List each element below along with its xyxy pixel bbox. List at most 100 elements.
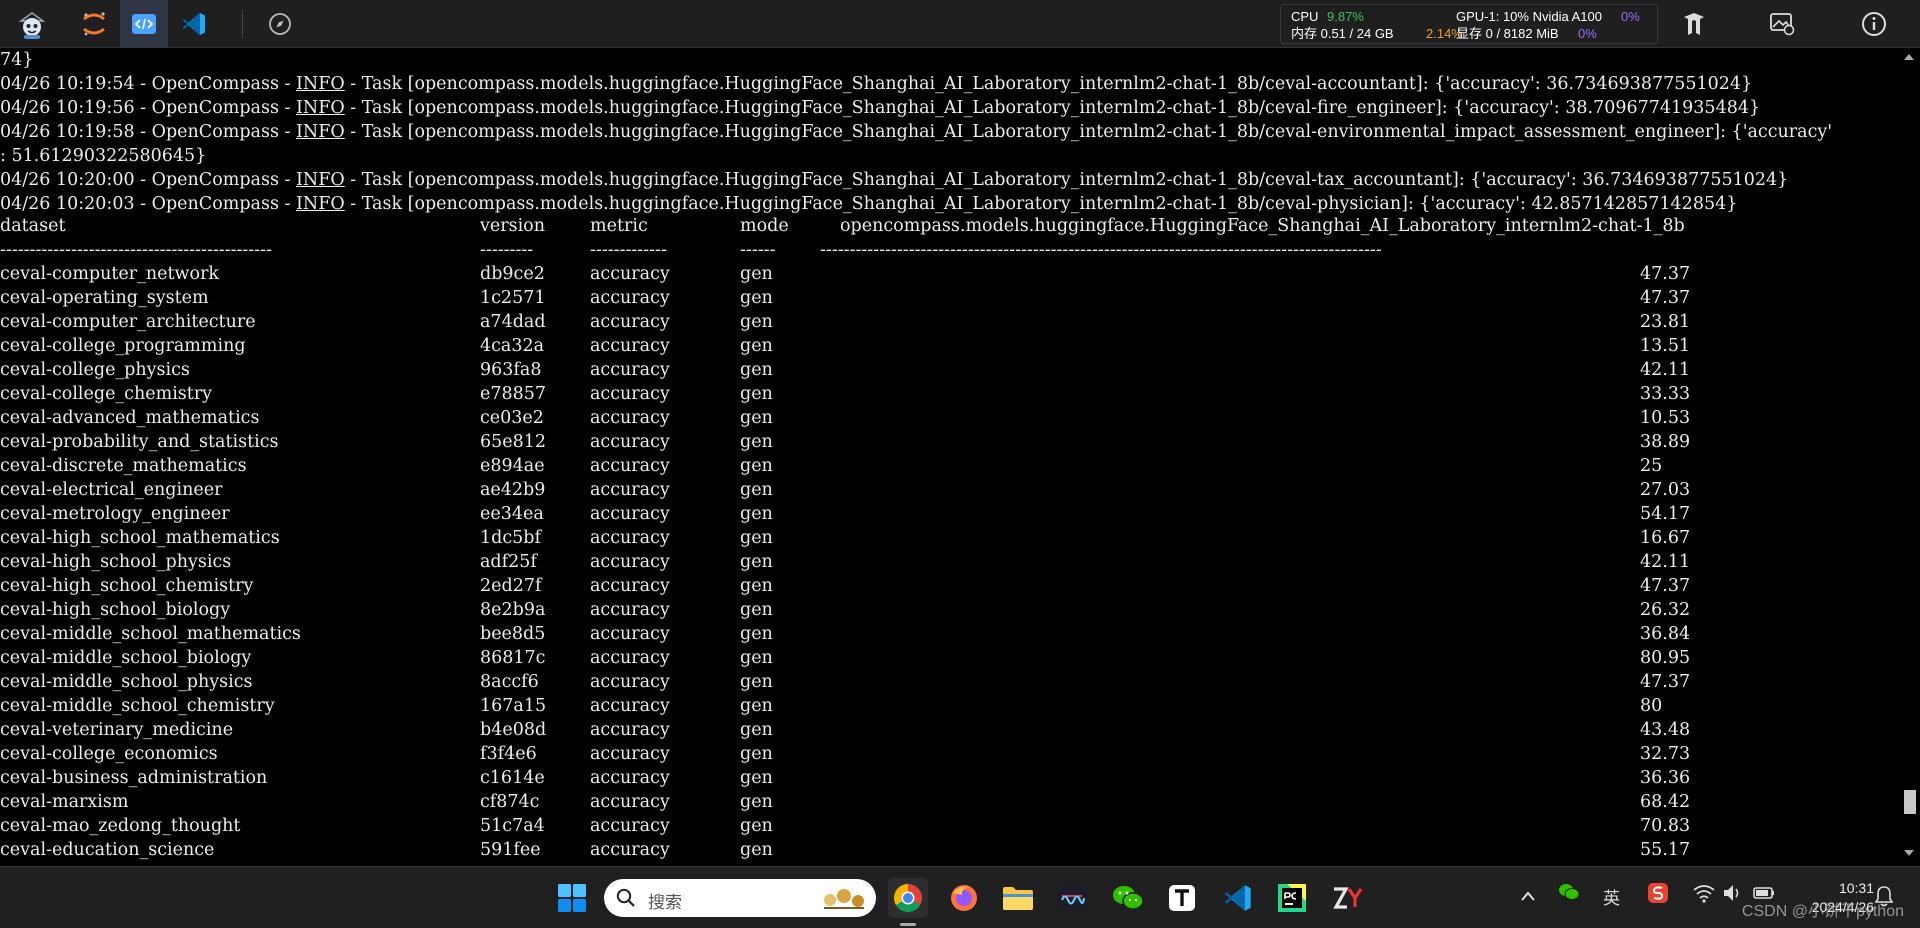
firefox-icon[interactable] (944, 878, 984, 918)
sogou-input-icon[interactable] (1647, 882, 1669, 909)
dataset-name: ceval-middle_school_biology (0, 648, 252, 668)
log-level-link[interactable]: INFO (296, 122, 345, 142)
log-line: 04/26 10:19:58 - OpenCompass - INFO - Ta… (0, 120, 1832, 144)
log-line-message: - Task [opencompass.models.huggingface.H… (344, 170, 1789, 190)
log-line-prefix: 74} (0, 50, 34, 70)
metric-name: accuracy (590, 792, 670, 812)
pycharm-icon[interactable] (1272, 878, 1312, 918)
wechat-icon[interactable] (1108, 878, 1148, 918)
mode-name: gen (740, 264, 773, 284)
log-level-link[interactable]: INFO (296, 170, 345, 190)
mode-name: gen (740, 528, 773, 548)
dataset-name: ceval-high_school_chemistry (0, 576, 254, 596)
metric-name: accuracy (590, 696, 670, 716)
score-value: 54.17 (1640, 504, 1691, 524)
dataset-name: ceval-college_economics (0, 744, 218, 764)
dataset-version: db9ce2 (480, 264, 545, 284)
log-level-link[interactable]: INFO (296, 194, 345, 214)
mode-name: gen (740, 288, 773, 308)
windows-start-icon[interactable] (552, 878, 592, 918)
file-explorer-icon[interactable] (998, 878, 1038, 918)
taskbar-search-box[interactable]: 搜索 (604, 879, 876, 917)
wechat-tray-icon[interactable] (1558, 883, 1580, 906)
metric-name: accuracy (590, 432, 670, 452)
dataset-version: 1c2571 (480, 288, 546, 308)
metric-name: accuracy (590, 672, 670, 692)
log-line: 74} (0, 48, 33, 72)
log-line-prefix: : 51.61290322580645} (0, 146, 207, 166)
dataset-version: 963fa8 (480, 360, 542, 380)
zy-icon[interactable] (1328, 878, 1368, 918)
log-line-message: - Task [opencompass.models.huggingface.H… (344, 122, 1833, 142)
jupyter-icon[interactable] (76, 6, 112, 42)
score-value: 47.37 (1640, 264, 1691, 284)
metric-name: accuracy (590, 840, 670, 860)
scroll-down-icon[interactable] (1904, 850, 1914, 856)
dataset-version: a74dad (480, 312, 546, 332)
dataset-version: 167a15 (480, 696, 547, 716)
dataset-version: adf25f (480, 552, 537, 572)
deploy-icon[interactable] (1676, 6, 1712, 42)
metric-name: accuracy (590, 816, 670, 836)
dataset-name: ceval-high_school_mathematics (0, 528, 280, 548)
dataset-name: ceval-computer_network (0, 264, 220, 284)
log-line-prefix: 04/26 10:20:00 - OpenCompass - (0, 170, 296, 190)
metric-name: accuracy (590, 552, 670, 572)
dataset-version: c1614e (480, 768, 545, 788)
wifi-icon[interactable] (1692, 883, 1716, 908)
compass-icon[interactable] (262, 6, 298, 42)
score-value: 36.84 (1640, 624, 1691, 644)
top-toolbar: CPU 9.87% 内存 0.51 / 24 GB 2.14% GPU-1: 1… (0, 0, 1920, 48)
scrollbar-thumb[interactable] (1904, 790, 1916, 814)
scroll-up-icon[interactable] (1904, 54, 1914, 60)
dataset-version: 8e2b9a (480, 600, 546, 620)
info-icon[interactable] (1856, 6, 1892, 42)
metric-name: accuracy (590, 720, 670, 740)
tray-expand-icon[interactable] (1520, 887, 1536, 907)
search-placeholder: 搜索 (648, 893, 682, 912)
dataset-name: ceval-high_school_biology (0, 600, 231, 620)
dataset-version: 2ed27f (480, 576, 542, 596)
metric-name: accuracy (590, 336, 670, 356)
terminal-scrollbar[interactable] (1898, 48, 1920, 866)
score-value: 47.37 (1640, 288, 1691, 308)
log-level-link[interactable]: INFO (296, 98, 345, 118)
score-value: 32.73 (1640, 744, 1691, 764)
log-line: 04/26 10:20:03 - OpenCompass - INFO - Ta… (0, 192, 1737, 216)
metric-name: accuracy (590, 624, 670, 644)
dataset-version: 8accf6 (480, 672, 539, 692)
dataset-name: ceval-veterinary_medicine (0, 720, 234, 740)
metric-name: accuracy (590, 264, 670, 284)
mode-name: gen (740, 552, 773, 572)
score-value: 36.36 (1640, 768, 1691, 788)
dataset-version: 1dc5bf (480, 528, 541, 548)
metric-name: accuracy (590, 744, 670, 764)
score-value: 13.51 (1640, 336, 1691, 356)
dataset-version: e894ae (480, 456, 545, 476)
input-method-label[interactable]: 英 (1603, 884, 1620, 909)
log-level-link[interactable]: INFO (296, 74, 345, 94)
score-value: 16.67 (1640, 528, 1691, 548)
volume-icon[interactable] (1722, 883, 1744, 908)
score-value: 68.42 (1640, 792, 1691, 812)
mascot-logo-icon[interactable] (14, 6, 50, 42)
metric-name: accuracy (590, 360, 670, 380)
dataset-name: ceval-business_administration (0, 768, 268, 788)
metric-name: accuracy (590, 768, 670, 788)
chrome-icon[interactable] (888, 878, 928, 918)
score-value: 42.11 (1640, 552, 1691, 572)
active-app-indicator (900, 923, 916, 926)
dataset-name: ceval-advanced_mathematics (0, 408, 260, 428)
dataset-version: ae42b9 (480, 480, 546, 500)
cpu-label: CPU (1291, 9, 1319, 24)
vscode-taskbar-icon[interactable] (1218, 878, 1258, 918)
vscode-icon[interactable] (176, 6, 212, 42)
terminal-output[interactable]: 74} 04/26 10:19:54 - OpenCompass - INFO -… (0, 48, 1898, 866)
dataset-version: 65e812 (480, 432, 547, 452)
code-editor-icon[interactable] (120, 0, 168, 47)
typora-icon[interactable] (1162, 878, 1202, 918)
image-settings-icon[interactable] (1764, 6, 1800, 42)
audio-wave-icon[interactable] (1052, 878, 1092, 918)
mode-name: gen (740, 408, 773, 428)
score-value: 25 (1640, 456, 1663, 476)
